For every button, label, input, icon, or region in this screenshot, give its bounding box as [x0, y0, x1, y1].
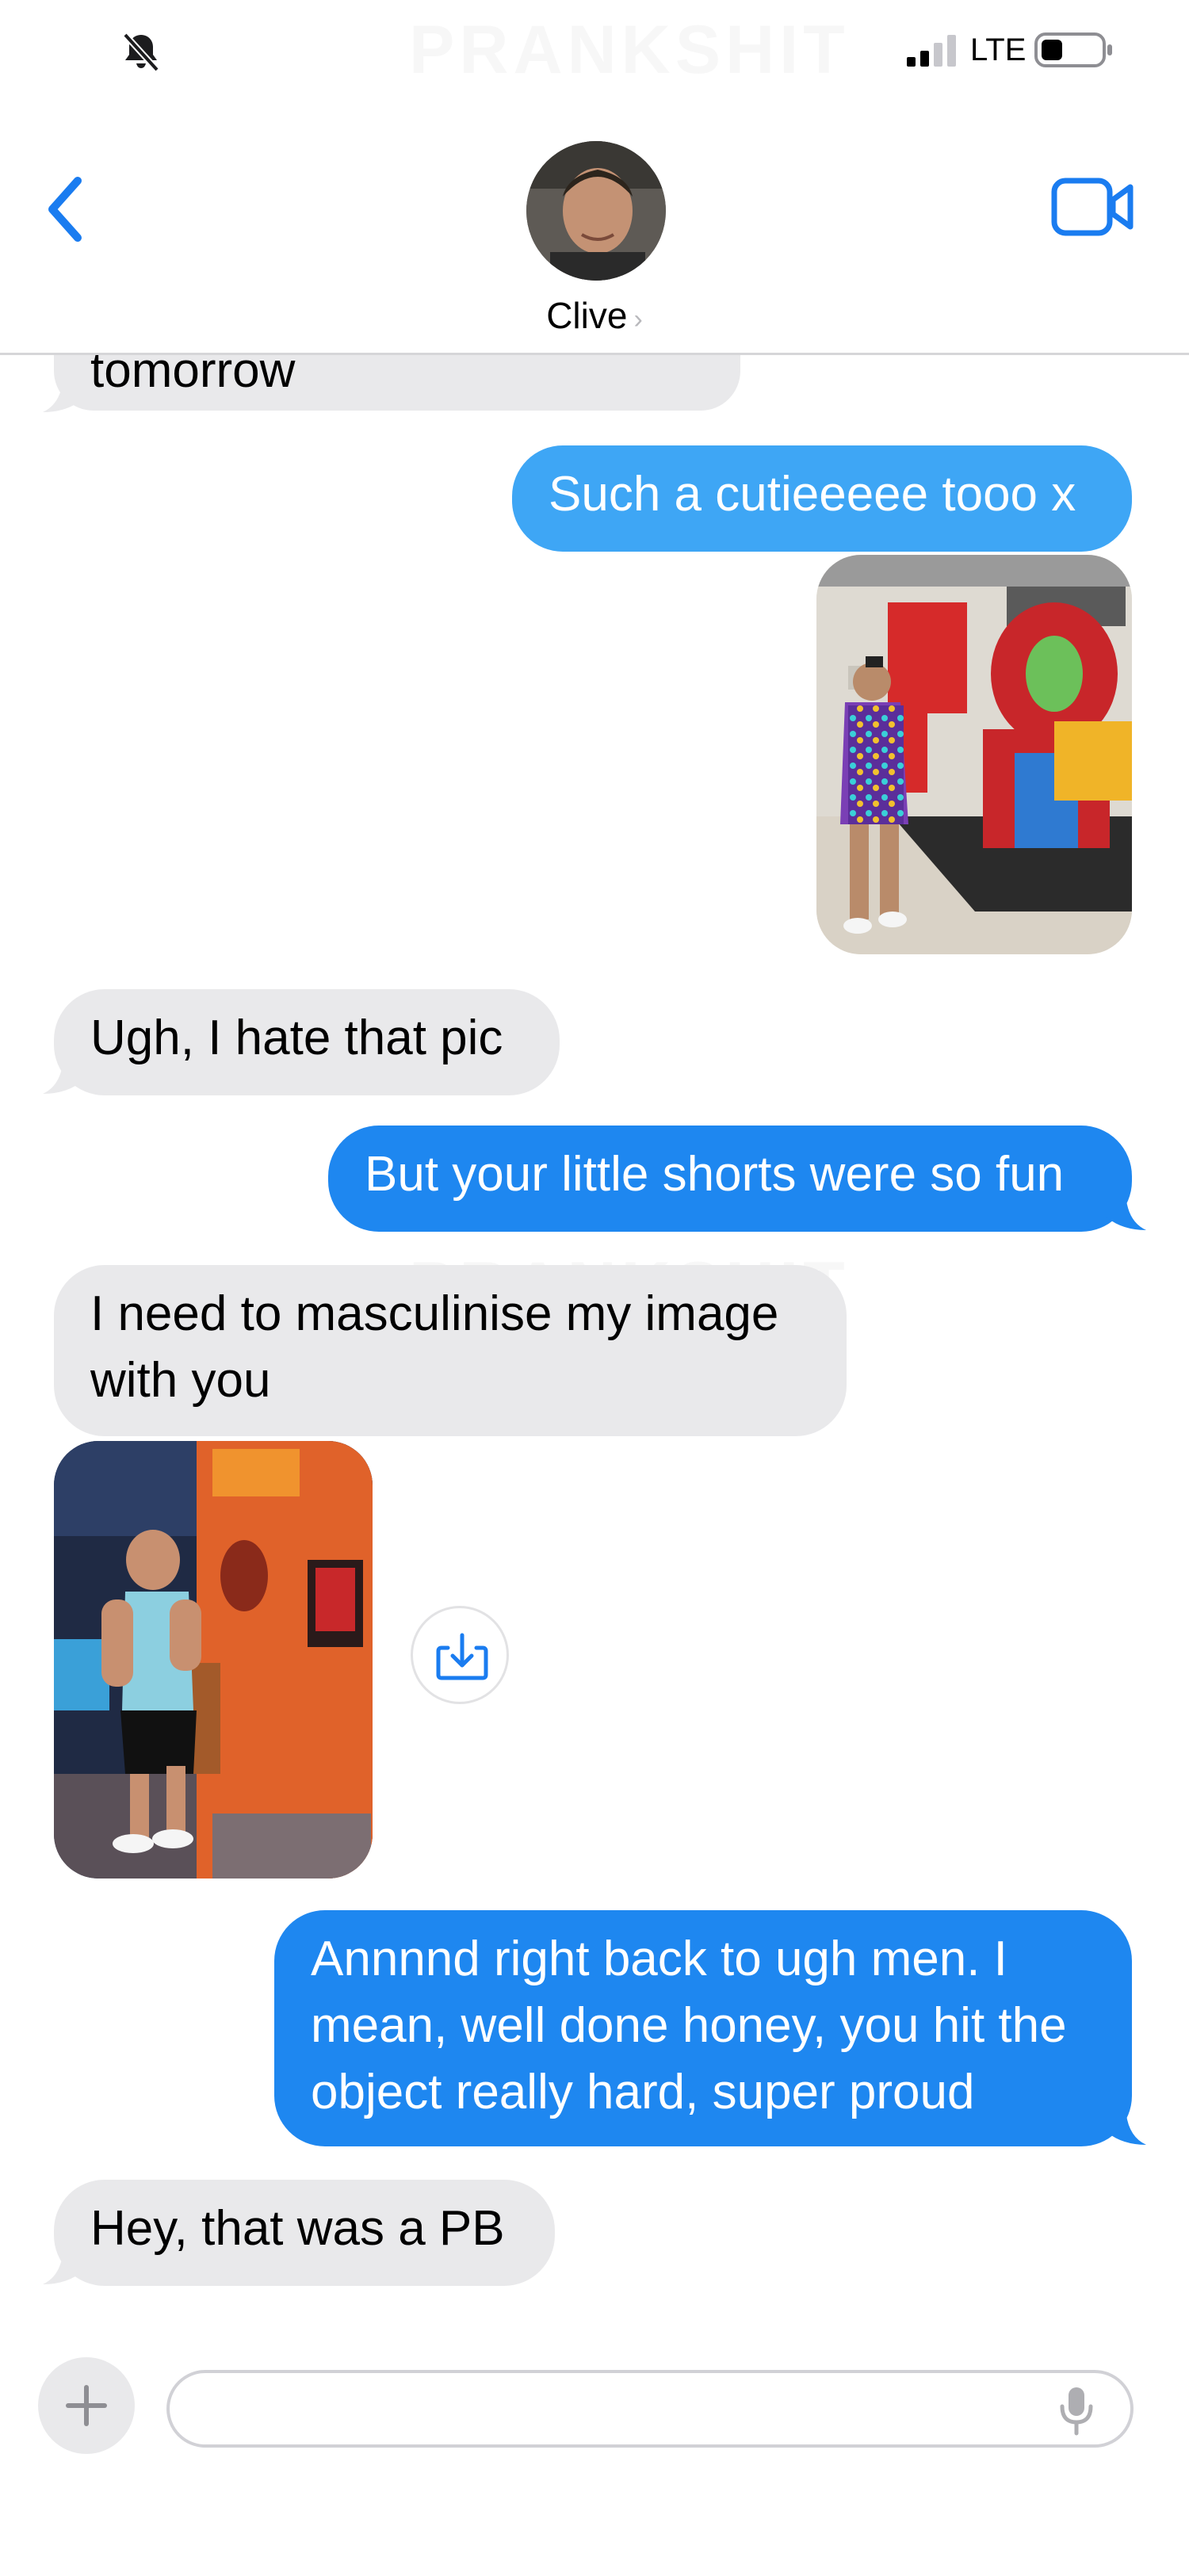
message-thread[interactable]: tomorrow Such a cutieeeee tooo x Ugh, I …	[0, 304, 1189, 2337]
microphone-icon[interactable]	[1056, 2384, 1097, 2436]
chevron-left-icon[interactable]	[43, 170, 90, 249]
message-text-line: I need to masculinise my image	[90, 1286, 779, 1341]
message-video-incoming[interactable]	[54, 1441, 373, 1878]
message-bubble-incoming[interactable]: Hey, that was a PB	[54, 2180, 555, 2286]
download-icon	[436, 1633, 488, 1680]
message-text: But your little shorts were so fun	[365, 1147, 1065, 1202]
message-bubble-incoming[interactable]: Ugh, I hate that pic	[54, 989, 560, 1095]
message-text-line: mean, well done honey, you hit the	[311, 1998, 1067, 2053]
message-text: Ugh, I hate that pic	[90, 1011, 503, 1065]
message-bubble-outgoing[interactable]: Such a cutieeeee tooo x	[512, 445, 1132, 552]
bubble-tail	[43, 371, 84, 412]
contact-name-button[interactable]: Clive ›	[0, 293, 1189, 342]
message-text: Hey, that was a PB	[90, 2201, 505, 2256]
bubble-tail	[1105, 1189, 1146, 1230]
contact-name: Clive	[546, 295, 628, 336]
message-input[interactable]	[166, 2370, 1134, 2448]
message-bubble-outgoing[interactable]: But your little shorts were so fun	[328, 1126, 1132, 1232]
message-photo-outgoing[interactable]	[816, 555, 1132, 954]
video-camera-icon[interactable]	[1051, 174, 1135, 239]
bubble-tail	[43, 1053, 84, 1094]
message-text-line: with you	[90, 1353, 271, 1408]
message-bubble-outgoing[interactable]: Annnnd right back to ugh men. I mean, we…	[274, 1910, 1132, 2146]
battery-icon	[1034, 32, 1112, 67]
plus-icon	[66, 2385, 107, 2426]
message-text-line: object really hard, super proud	[311, 2065, 975, 2119]
chevron-right-icon: ›	[633, 304, 643, 334]
add-attachment-button[interactable]	[38, 2357, 135, 2454]
network-type: LTE	[970, 32, 1027, 67]
message-text-line: Annnnd right back to ugh men. I	[311, 1932, 1007, 1986]
message-composer	[0, 2337, 1189, 2576]
watermark: PRANKSHIT	[409, 12, 850, 88]
conversation-header: Clive ›	[0, 103, 1189, 355]
message-bubble-incoming[interactable]: I need to masculinise my image with you	[54, 1265, 847, 1436]
save-video-button[interactable]	[411, 1606, 509, 1704]
signal-bars-icon	[907, 35, 956, 67]
bell-slash-icon	[123, 32, 159, 72]
video-thumbnail-icon	[54, 1441, 373, 1878]
photo-icon	[816, 555, 1132, 954]
bubble-tail	[43, 2243, 84, 2284]
message-text: Such a cutieeeee tooo x	[549, 467, 1076, 522]
bubble-tail	[1105, 2104, 1146, 2145]
avatar[interactable]	[526, 141, 666, 281]
